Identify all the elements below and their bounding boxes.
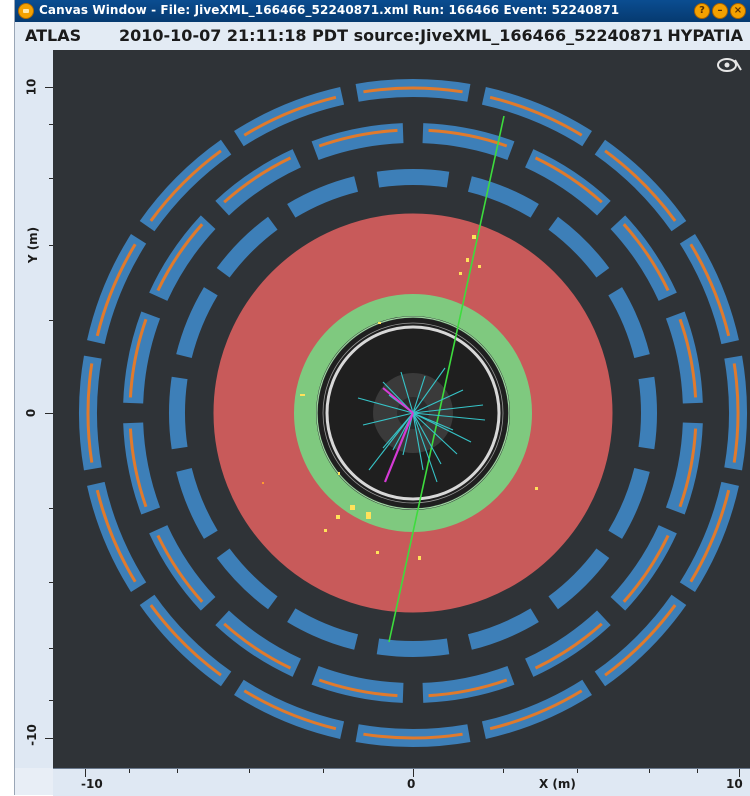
y-axis-title: Y (m) [26,226,41,264]
x-tick [577,769,578,773]
x-tick-label-10: 10 [726,777,743,791]
muon-chamber [311,665,404,703]
x-axis-title: X (m) [539,777,576,791]
muon-chamber [176,287,218,359]
muon-chamber [216,548,278,610]
hit [262,482,264,484]
hit [378,322,381,324]
x-tick [129,769,130,773]
hit [466,258,469,262]
y-axis: 10 Y (m) 0 -10 [15,50,54,768]
x-tick [85,769,86,777]
y-tick-label-minus10: -10 [24,724,39,746]
event-header: ATLAS 2010-10-07 21:11:18 PDT source:Jiv… [15,22,750,51]
muon-chamber [665,311,703,404]
x-tick-label-minus10: -10 [81,777,103,791]
hit [350,505,355,510]
muon-chamber [608,287,650,359]
x-tick [739,769,740,777]
muon-chamber [176,467,218,539]
detector-view [79,78,747,747]
hit [300,394,305,396]
muon-chamber [123,311,161,404]
close-icon[interactable]: × [730,3,746,19]
muon-chamber [467,176,539,218]
muon-chamber [608,467,650,539]
hit [336,515,340,519]
y-tick-label-0: 0 [24,408,39,418]
muon-chamber [548,548,610,610]
hit [376,551,379,554]
x-tick [649,769,650,773]
x-tick [413,769,414,777]
event-info: 2010-10-07 21:11:18 PDT source:JiveXML_1… [119,26,664,45]
y-tick [45,738,53,739]
x-tick [323,769,324,773]
help-icon[interactable]: ? [694,3,710,19]
x-tick [249,769,250,773]
muon-chamber [548,216,610,278]
experiment-label: ATLAS [25,26,82,45]
minimize-icon[interactable]: – [712,3,728,19]
x-tick [177,769,178,773]
x-axis: -10 0 X (m) 10 [53,768,750,796]
muon-chamber [665,422,703,515]
x-tick [697,769,698,773]
muon-chamber [169,376,188,450]
hit [338,472,340,475]
app-icon [18,3,34,19]
muon-chamber [422,665,515,703]
y-tick-label-10: 10 [24,78,39,96]
muon-chamber [287,176,359,218]
muon-chamber [216,216,278,278]
muon-chamber [376,638,450,657]
event-display-canvas[interactable] [53,50,750,768]
hit [535,487,538,490]
hypatia-logo-icon [717,58,742,72]
title-bar[interactable]: Canvas Window - File: JiveXML_166466_522… [15,0,750,22]
x-tick-label-0: 0 [407,777,416,791]
hit [478,265,481,268]
hit [366,512,371,519]
window-title: Canvas Window - File: JiveXML_166466_522… [39,3,620,17]
y-tick [45,413,53,414]
y-tick [45,87,53,88]
app-name: HYPATIA [667,26,743,45]
muon-chamber [287,608,359,650]
muon-chamber [311,123,404,161]
canvas-window: Canvas Window - File: JiveXML_166466_522… [14,0,750,796]
hit [459,272,462,275]
hit [324,529,327,532]
muon-chamber [467,608,539,650]
hit [418,556,421,560]
hit [472,235,476,239]
muon-chamber [638,376,657,450]
muon-chamber [123,422,161,515]
muon-chamber [376,169,450,188]
x-tick [503,769,504,773]
